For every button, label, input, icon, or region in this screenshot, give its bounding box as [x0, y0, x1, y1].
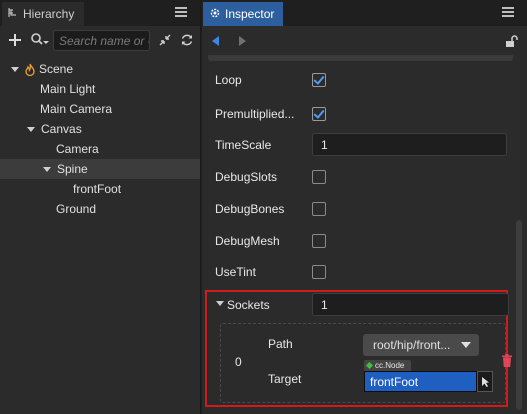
- tree-node-main-light[interactable]: Main Light: [0, 79, 200, 99]
- chevron-down-icon: [461, 342, 471, 348]
- socket-path-value: root/hip/front...: [373, 338, 451, 352]
- sockets-expand-arrow-icon[interactable]: [216, 301, 224, 306]
- socket-index: 0: [235, 355, 242, 369]
- gear-icon: [209, 7, 221, 22]
- socket-target-label: Target: [268, 372, 302, 386]
- debug-bones-checkbox[interactable]: [312, 202, 326, 216]
- inspector-content: Loop Premultiplied... TimeScale 1 DebugS…: [202, 55, 517, 414]
- hierarchy-toolbar: Search name or UUID: [0, 27, 200, 55]
- forward-arrow-icon[interactable]: [239, 36, 246, 46]
- tree-node-label: Main Camera: [40, 102, 113, 116]
- node-type-badge: cc.Node: [364, 360, 411, 371]
- socket-item: 0 Path root/hip/front... Target cc.Node …: [220, 323, 512, 403]
- debug-mesh-label: DebugMesh: [215, 234, 280, 248]
- lock-icon[interactable]: [505, 34, 519, 48]
- hierarchy-tree-icon: [8, 7, 19, 21]
- tab-hierarchy[interactable]: Hierarchy: [2, 2, 84, 26]
- tree-node-label: Main Light: [40, 82, 96, 96]
- socket-target-field[interactable]: frontFoot: [364, 371, 477, 392]
- add-node-button[interactable]: [8, 33, 22, 47]
- debug-slots-label: DebugSlots: [215, 170, 278, 184]
- debug-mesh-checkbox[interactable]: [312, 234, 326, 248]
- tree-node-scene[interactable]: Scene: [0, 59, 200, 79]
- tree-node-main-camera[interactable]: Main Camera: [0, 99, 200, 119]
- search-type-dropdown[interactable]: [30, 32, 50, 48]
- tree-node-label: frontFoot: [73, 182, 122, 196]
- sockets-label: Sockets: [227, 298, 270, 312]
- expand-arrow-icon[interactable]: [27, 126, 35, 132]
- use-tint-checkbox[interactable]: [312, 265, 326, 279]
- hierarchy-menu-icon[interactable]: [174, 5, 188, 19]
- tree-node-label: Scene: [39, 62, 74, 76]
- tree-node-label: Spine: [57, 162, 88, 176]
- socket-path-select[interactable]: root/hip/front...: [363, 334, 479, 356]
- inspector-scrollbar[interactable]: [516, 220, 522, 410]
- pointer-icon: [482, 377, 489, 387]
- expand-arrow-icon[interactable]: [11, 66, 19, 72]
- socket-path-label: Path: [268, 337, 293, 351]
- tree-node-ground[interactable]: Ground: [0, 199, 200, 219]
- inspector-tab-bar: Inspector: [202, 0, 527, 26]
- tree-node-camera[interactable]: Camera: [0, 139, 200, 159]
- tab-hierarchy-label: Hierarchy: [23, 7, 75, 21]
- loop-label: Loop: [215, 73, 242, 87]
- timescale-input[interactable]: 1: [312, 133, 507, 156]
- scene-flame-icon: [25, 63, 35, 76]
- inspector-nav-bar: [202, 27, 527, 55]
- timescale-label: TimeScale: [215, 138, 272, 152]
- tree-node-label: Canvas: [41, 122, 82, 136]
- tree-node-canvas[interactable]: Canvas: [0, 119, 200, 139]
- section-divider: [208, 55, 513, 61]
- inspector-panel: Inspector Loop Premultiplied... TimeScal…: [202, 0, 527, 414]
- debug-slots-checkbox[interactable]: [312, 170, 326, 184]
- tree-node-frontfoot[interactable]: frontFoot: [0, 179, 200, 199]
- tree-node-label: Ground: [56, 202, 97, 216]
- tab-inspector[interactable]: Inspector: [203, 2, 283, 26]
- hierarchy-tab-bar: Hierarchy: [0, 0, 200, 26]
- premultiplied-checkbox[interactable]: [312, 107, 326, 121]
- collapse-all-icon[interactable]: [158, 33, 172, 47]
- inspector-menu-icon[interactable]: [501, 5, 515, 19]
- tree-node-label: Camera: [56, 142, 99, 156]
- tab-inspector-label: Inspector: [225, 7, 275, 21]
- expand-arrow-icon[interactable]: [43, 166, 51, 172]
- loop-checkbox[interactable]: [312, 73, 326, 87]
- premultiplied-label: Premultiplied...: [215, 107, 295, 121]
- sockets-count-input[interactable]: 1: [312, 293, 509, 316]
- hierarchy-tree: Scene Main Light Main Camera Canvas Came…: [0, 59, 200, 219]
- refresh-icon[interactable]: [180, 33, 194, 47]
- hierarchy-panel: Hierarchy Search name or UUID Scene: [0, 0, 201, 414]
- pick-node-button[interactable]: [477, 371, 493, 392]
- search-input[interactable]: Search name or UUID: [53, 30, 150, 51]
- debug-bones-label: DebugBones: [215, 202, 285, 216]
- back-arrow-icon[interactable]: [212, 36, 219, 46]
- use-tint-label: UseTint: [215, 265, 256, 279]
- trash-icon[interactable]: [501, 354, 513, 367]
- search-icon: [31, 33, 49, 45]
- sockets-section: Sockets 1 0 Path root/hip/front... Targe…: [205, 290, 512, 407]
- tree-node-spine[interactable]: Spine: [0, 159, 200, 179]
